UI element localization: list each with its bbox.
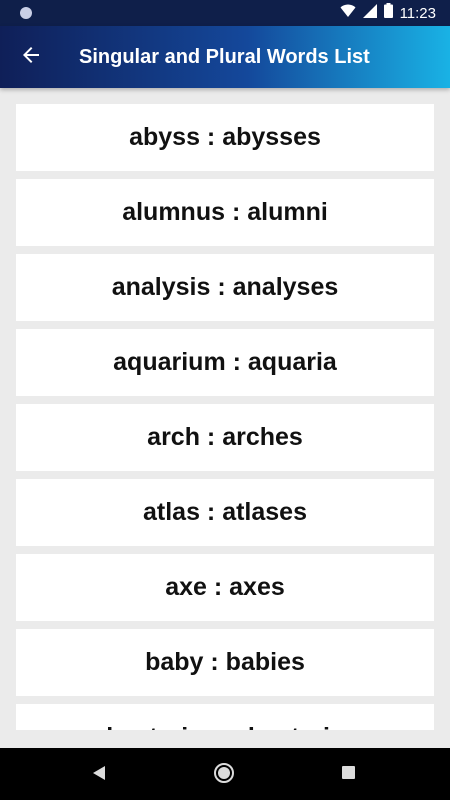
list-item[interactable]: aquarium : aquaria	[16, 329, 434, 396]
status-right: 11:23	[340, 0, 436, 26]
recents-square-icon[interactable]	[342, 766, 355, 779]
page-title: Singular and Plural Words List	[79, 46, 370, 68]
home-circle-icon[interactable]	[214, 763, 234, 783]
list-item[interactable]: atlas : atlases	[16, 479, 434, 546]
list-item[interactable]: arch : arches	[16, 404, 434, 471]
system-nav-bar	[0, 748, 450, 800]
status-time: 11:23	[399, 4, 436, 22]
arrow-left-icon	[21, 45, 41, 70]
home-circle-inner	[218, 767, 230, 779]
back-button[interactable]	[14, 40, 48, 74]
notification-dot-icon	[20, 7, 32, 19]
list-item[interactable]: abyss : abysses	[16, 104, 434, 171]
app-bar: Singular and Plural Words List	[0, 26, 450, 88]
list-item[interactable]: axe : axes	[16, 554, 434, 621]
wifi-icon	[340, 4, 356, 23]
list-item[interactable]: bacterium : bacteria	[16, 704, 434, 730]
word-list[interactable]: abyss : abysses alumnus : alumni analysi…	[16, 104, 434, 730]
battery-icon	[383, 3, 393, 23]
list-item[interactable]: analysis : analyses	[16, 254, 434, 321]
back-triangle-icon[interactable]	[92, 765, 106, 786]
list-item[interactable]: alumnus : alumni	[16, 179, 434, 246]
list-item[interactable]: baby : babies	[16, 629, 434, 696]
status-bar: 11:23	[0, 0, 450, 26]
signal-icon	[362, 3, 377, 23]
